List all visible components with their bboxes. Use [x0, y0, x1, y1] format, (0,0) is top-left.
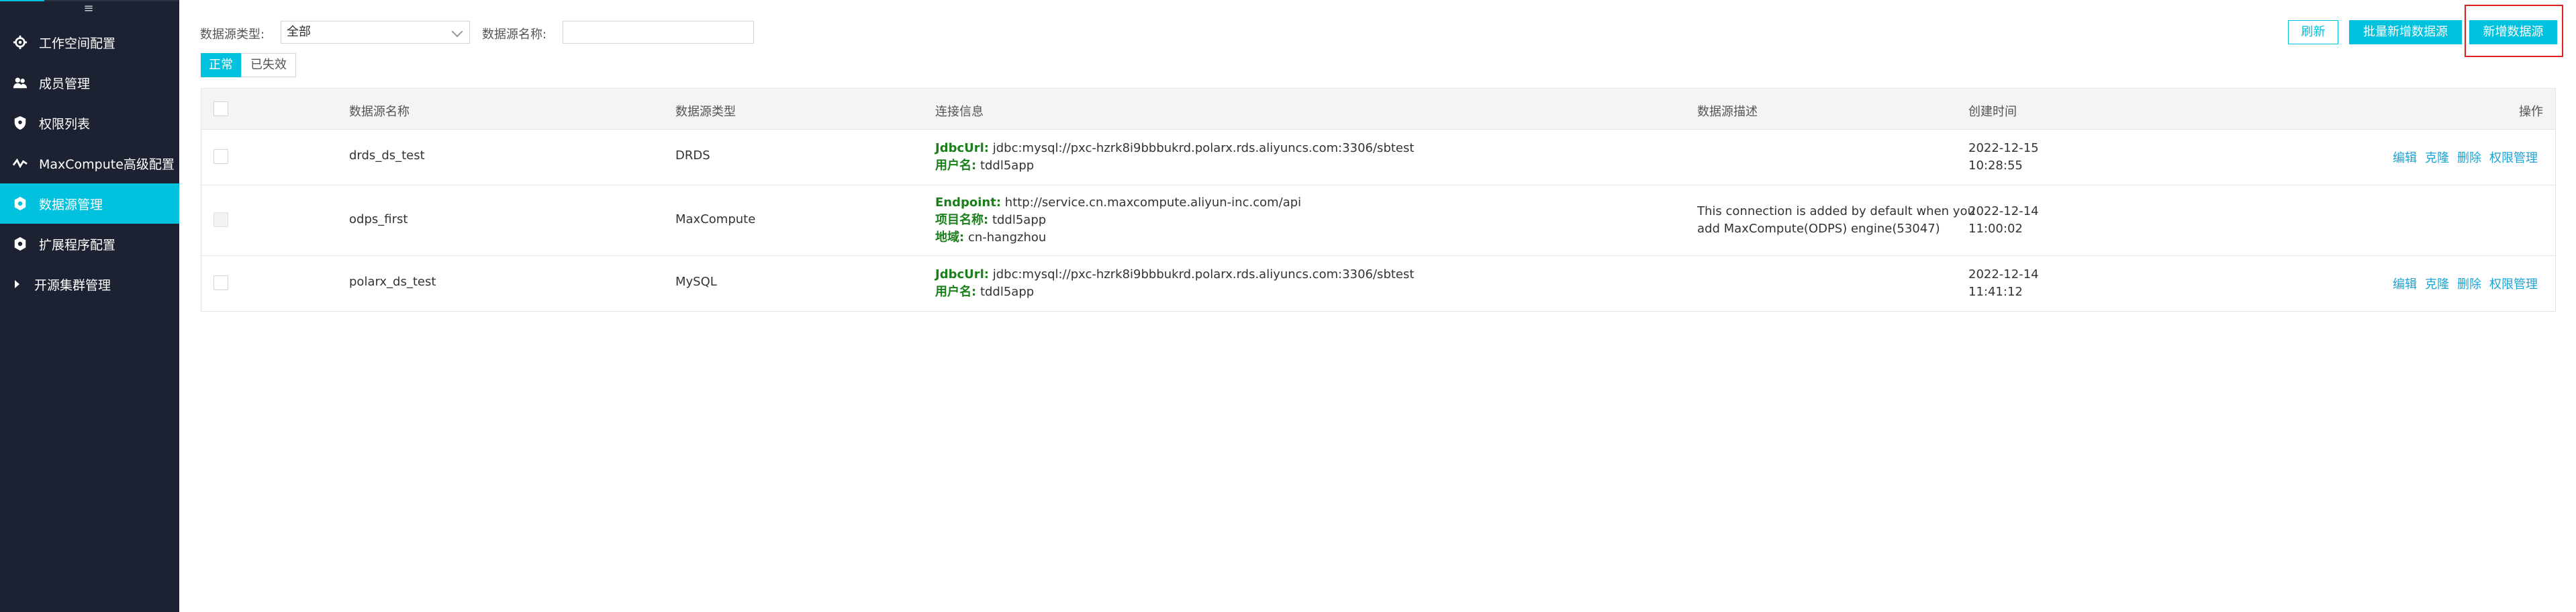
add-datasource-button[interactable]: 新增数据源	[2469, 20, 2557, 44]
tab-invalid[interactable]: 已失效	[241, 53, 296, 77]
created-clock: 11:41:12	[1968, 285, 2023, 299]
sidebar-item-label: 工作空间配置	[39, 36, 116, 51]
row-checkbox[interactable]	[213, 149, 228, 164]
datasource-type-label: 数据源类型:	[200, 28, 265, 42]
row-checkbox	[213, 212, 228, 227]
permission-link[interactable]: 权限管理	[2489, 151, 2538, 165]
select-all-checkbox[interactable]	[213, 101, 228, 116]
datasource-name-input[interactable]	[563, 21, 754, 44]
conn-value: jdbc:mysql://pxc-hzrk8i9bbbukrd.polarx.r…	[992, 141, 1415, 155]
description-line: add MaxCompute(ODPS) engine(53047)	[1697, 222, 1940, 236]
created-time: 2022-12-15 10:28:55	[1968, 140, 2039, 175]
conn-key: JdbcUrl:	[935, 267, 989, 281]
conn-value: tddl5app	[980, 159, 1035, 173]
datasource-description: This connection is added by default when…	[1697, 203, 1975, 238]
edit-link[interactable]: 编辑	[2393, 277, 2417, 292]
permission-link[interactable]: 权限管理	[2489, 277, 2538, 292]
created-time: 2022-12-14 11:00:02	[1968, 203, 2039, 238]
created-clock: 10:28:55	[1968, 159, 2023, 173]
datasource-name-label: 数据源名称:	[482, 28, 547, 42]
connection-info: Endpoint: http://service.cn.maxcompute.a…	[935, 194, 1301, 247]
sidebar-item-datasource[interactable]: 数据源管理	[0, 183, 179, 224]
sidebar-item-extensions[interactable]: 扩展程序配置	[0, 224, 179, 264]
gear-icon	[12, 34, 28, 50]
sidebar-item-members[interactable]: 成员管理	[0, 62, 179, 103]
conn-key: Endpoint:	[935, 195, 1002, 210]
created-clock: 11:00:02	[1968, 222, 2023, 236]
conn-value: jdbc:mysql://pxc-hzrk8i9bbbukrd.polarx.r…	[992, 267, 1415, 281]
chevron-down-icon	[451, 26, 463, 38]
sidebar-item-permissions[interactable]: 权限列表	[0, 103, 179, 143]
table-row: polarx_ds_test MySQL JdbcUrl: jdbc:mysql…	[201, 256, 2555, 311]
gear-icon	[12, 195, 28, 212]
col-created-header: 创建时间	[1968, 105, 2017, 119]
menu-collapse-icon[interactable]: ≡	[82, 3, 95, 15]
created-date: 2022-12-14	[1968, 267, 2039, 281]
datasource-name: odps_first	[349, 212, 408, 226]
delete-link[interactable]: 删除	[2457, 151, 2481, 165]
main-content: 数据源类型: 全部 数据源名称: 正常 已失效 刷新 批量新增数据源 新增数据源…	[179, 0, 2576, 612]
datasource-type: MaxCompute	[675, 212, 756, 226]
conn-value: tddl5app	[980, 285, 1035, 299]
edit-link[interactable]: 编辑	[2393, 151, 2417, 165]
users-icon	[12, 75, 28, 91]
conn-value: http://service.cn.maxcompute.aliyun-inc.…	[1004, 195, 1302, 210]
sidebar: ≡ 工作空间配置 成员管理 权限列表 MaxCompute高级配置 数据源管理	[0, 0, 179, 612]
batch-add-datasource-button[interactable]: 批量新增数据源	[2349, 20, 2462, 44]
connection-info: JdbcUrl: jdbc:mysql://pxc-hzrk8i9bbbukrd…	[935, 266, 1414, 301]
sidebar-item-label: 数据源管理	[39, 197, 103, 212]
datasource-name: polarx_ds_test	[349, 275, 436, 289]
table-row: drds_ds_test DRDS JdbcUrl: jdbc:mysql://…	[201, 130, 2555, 185]
sidebar-item-workspace-config[interactable]: 工作空间配置	[0, 22, 179, 62]
col-type-header: 数据源类型	[675, 105, 736, 119]
tab-normal[interactable]: 正常	[201, 53, 241, 77]
conn-value: tddl5app	[992, 213, 1047, 227]
col-conn-header: 连接信息	[935, 105, 984, 119]
conn-key: 用户名:	[935, 159, 977, 173]
table-header: 数据源名称 数据源类型 连接信息 数据源描述 创建时间 操作	[201, 89, 2555, 130]
connection-info: JdbcUrl: jdbc:mysql://pxc-hzrk8i9bbbukrd…	[935, 140, 1414, 175]
gear-icon	[12, 236, 28, 252]
row-actions: 编辑 克隆 删除 权限管理	[2385, 275, 2538, 292]
caret-right-icon	[15, 280, 19, 288]
row-checkbox[interactable]	[213, 275, 228, 290]
datasource-type-select[interactable]: 全部	[281, 21, 470, 44]
datasource-name: drds_ds_test	[349, 148, 425, 163]
refresh-button[interactable]: 刷新	[2288, 20, 2338, 44]
datasource-type: MySQL	[675, 275, 717, 289]
table-row: odps_first MaxCompute Endpoint: http://s…	[201, 185, 2555, 256]
sidebar-item-label: 权限列表	[39, 116, 91, 132]
clone-link[interactable]: 克隆	[2425, 277, 2449, 292]
col-ops-header: 操作	[2519, 105, 2543, 119]
sidebar-item-opensource-cluster[interactable]: 开源集群管理	[0, 264, 179, 304]
conn-key: 用户名:	[935, 285, 977, 299]
col-name-header: 数据源名称	[349, 105, 410, 119]
topbar-accent	[0, 0, 44, 1]
sidebar-item-label: 扩展程序配置	[39, 237, 116, 253]
conn-value: cn-hangzhou	[967, 230, 1047, 245]
conn-key: 项目名称:	[935, 213, 989, 227]
delete-link[interactable]: 删除	[2457, 277, 2481, 292]
sidebar-item-label: MaxCompute高级配置	[39, 157, 175, 172]
row-actions: 编辑 克隆 删除 权限管理	[2385, 148, 2538, 166]
created-date: 2022-12-14	[1968, 204, 2039, 218]
datasource-type: DRDS	[675, 148, 710, 163]
conn-key: JdbcUrl:	[935, 141, 989, 155]
chart-line-icon	[12, 155, 28, 171]
sidebar-item-label: 开源集群管理	[34, 277, 111, 293]
shield-icon	[12, 115, 28, 131]
sidebar-item-maxcompute-advanced[interactable]: MaxCompute高级配置	[0, 143, 179, 183]
created-time: 2022-12-14 11:41:12	[1968, 266, 2039, 301]
col-desc-header: 数据源描述	[1697, 105, 1758, 119]
datasource-type-value: 全部	[287, 25, 311, 39]
description-line: This connection is added by default when…	[1697, 204, 1975, 218]
sidebar-item-label: 成员管理	[39, 76, 91, 91]
created-date: 2022-12-15	[1968, 141, 2039, 155]
datasource-table: 数据源名称 数据源类型 连接信息 数据源描述 创建时间 操作 drds_ds_t…	[201, 88, 2556, 312]
conn-key: 地域:	[935, 230, 965, 245]
clone-link[interactable]: 克隆	[2425, 151, 2449, 165]
